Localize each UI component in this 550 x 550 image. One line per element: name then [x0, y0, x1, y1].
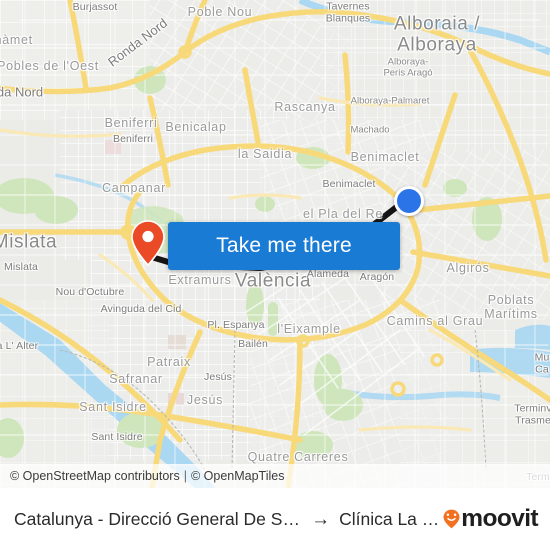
destination-marker[interactable]	[394, 186, 424, 216]
origin-marker[interactable]	[131, 220, 165, 267]
map-viewport[interactable]: .blk { fill:#f2f2ef; } .blk2 { fill:#eee…	[0, 0, 550, 488]
moovit-pin-icon	[443, 509, 460, 529]
moovit-map-screen: .blk { fill:#f2f2ef; } .blk2 { fill:#eee…	[0, 0, 550, 550]
take-me-there-button[interactable]: Take me there	[168, 222, 400, 270]
arrow-right-icon: →	[311, 508, 331, 530]
moovit-wordmark: moovit	[461, 504, 538, 532]
attribution-osm[interactable]: © OpenStreetMap contributors	[10, 469, 180, 483]
attribution-separator: |	[183, 469, 187, 483]
map-attribution: © OpenStreetMap contributors | © OpenMap…	[0, 464, 550, 488]
moovit-logo[interactable]: moovit	[443, 504, 542, 532]
route-footer: Catalunya - Direcció General De Salu… → …	[0, 488, 550, 550]
route-origin-label[interactable]: Catalunya - Direcció General De Salu…	[14, 509, 302, 530]
attribution-maptiles[interactable]: © OpenMapTiles	[191, 469, 285, 483]
route-destination-label[interactable]: Clínica La S…	[339, 509, 443, 530]
